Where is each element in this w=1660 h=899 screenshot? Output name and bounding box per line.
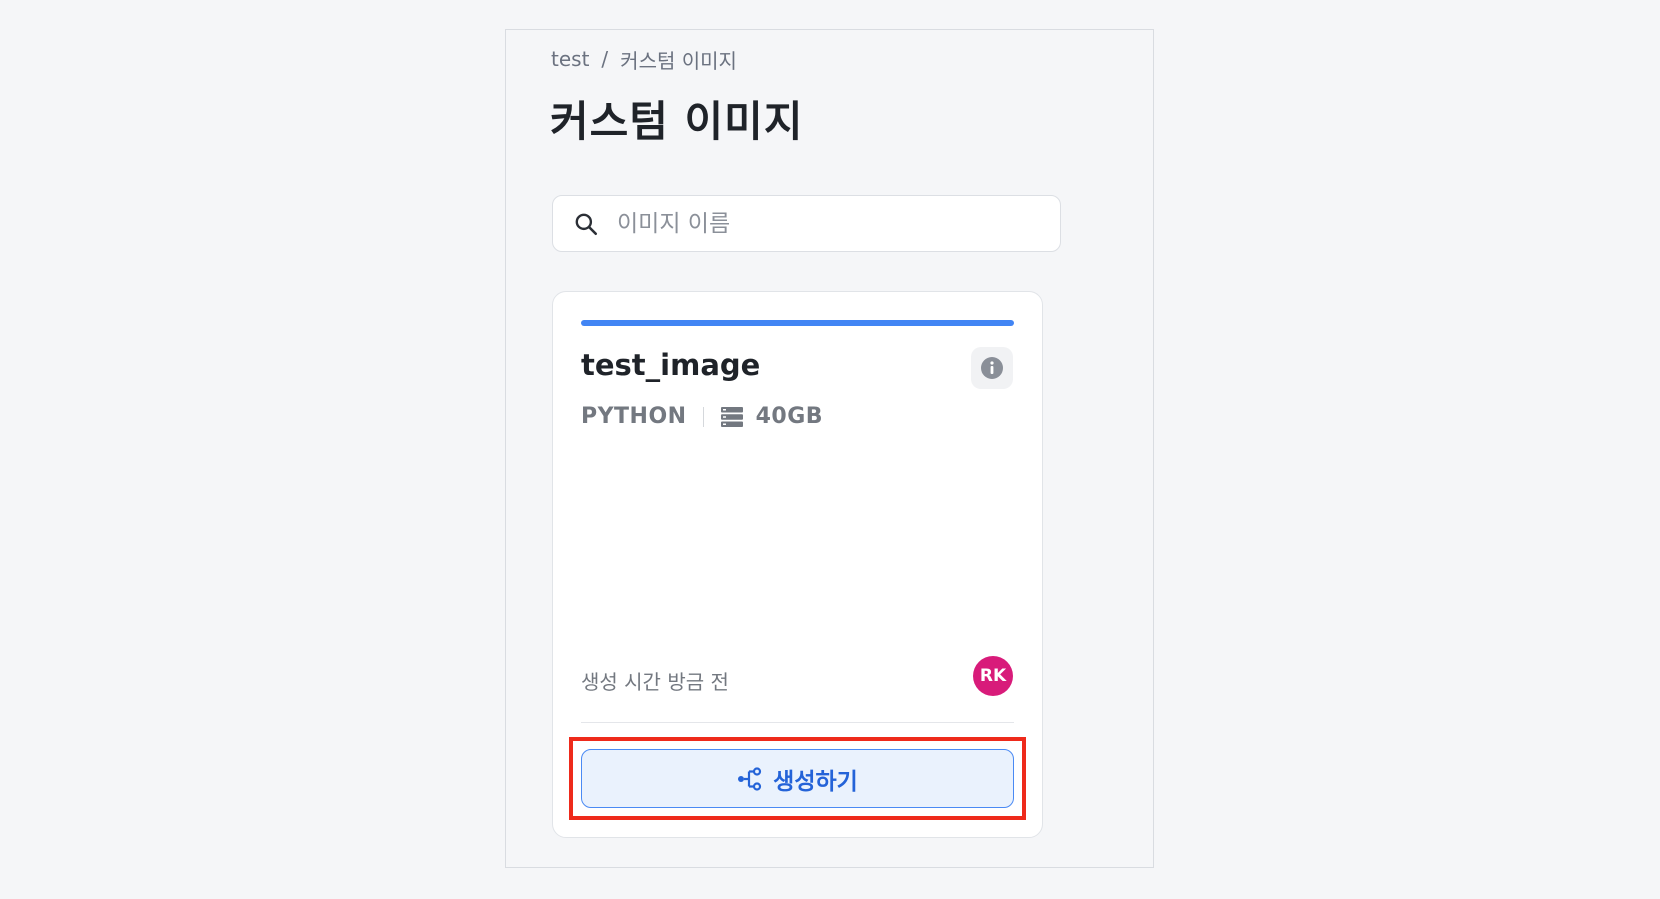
custom-image-panel: test / 커스텀 이미지 커스텀 이미지 test_image PYTHON <box>505 29 1154 868</box>
search-input[interactable] <box>615 209 1039 238</box>
image-card: test_image PYTHON 40GB 생성 시간 방금 전 RK 생성하… <box>552 291 1043 838</box>
storage-icon <box>720 406 743 427</box>
breadcrumb-current: 커스텀 이미지 <box>620 48 737 73</box>
status-bar <box>581 320 1014 326</box>
breadcrumb-parent[interactable]: test <box>551 47 589 71</box>
language-label: PYTHON <box>581 404 687 429</box>
create-button-label: 생성하기 <box>773 768 858 795</box>
image-name: test_image <box>581 348 761 382</box>
info-icon <box>981 357 1003 379</box>
create-button[interactable]: 생성하기 <box>581 749 1014 808</box>
info-button[interactable] <box>971 347 1013 389</box>
image-meta: PYTHON 40GB <box>581 404 823 429</box>
card-divider <box>581 722 1014 723</box>
search-box[interactable] <box>552 195 1061 252</box>
storage-size: 40GB <box>755 404 824 429</box>
meta-divider <box>702 406 704 427</box>
created-time: 생성 시간 방금 전 <box>581 670 729 694</box>
avatar[interactable]: RK <box>973 656 1013 696</box>
search-icon <box>575 213 598 235</box>
page-title: 커스텀 이미지 <box>550 97 804 146</box>
breadcrumb-separator: / <box>601 47 609 71</box>
breadcrumb: test / 커스텀 이미지 <box>551 44 737 74</box>
share-nodes-icon <box>738 766 762 791</box>
